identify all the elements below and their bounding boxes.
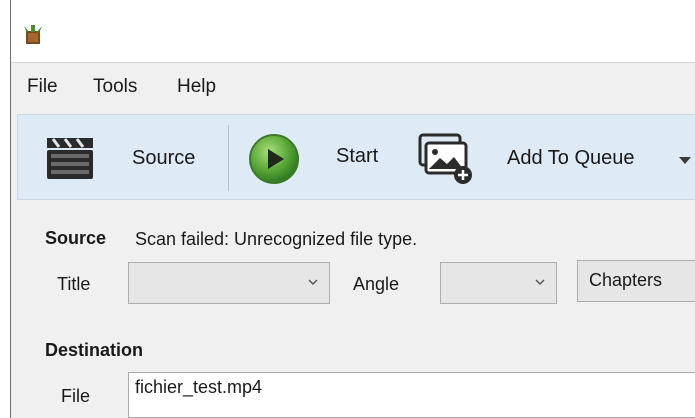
chapters-dropdown[interactable]: Chapters bbox=[577, 260, 695, 302]
chevron-down-icon bbox=[308, 279, 318, 286]
title-combobox[interactable] bbox=[128, 262, 330, 304]
angle-label: Angle bbox=[353, 274, 400, 294]
menu-help[interactable]: Help bbox=[177, 76, 216, 98]
title-label: Title bbox=[57, 274, 91, 294]
clapperboard-icon bbox=[47, 138, 93, 179]
title-bar bbox=[11, 0, 695, 62]
source-status: Scan failed: Unrecognized file type. bbox=[135, 229, 418, 249]
destination-file-input[interactable]: fichier_test.mp4 bbox=[128, 372, 695, 418]
source-button-label: Source bbox=[132, 147, 196, 169]
handbrake-app-icon bbox=[24, 25, 42, 44]
start-button[interactable]: Start bbox=[240, 125, 395, 191]
toolbar: Source Start Add To Queue bbox=[17, 114, 695, 200]
app-window: File Tools Help Source Start Add To Queu… bbox=[10, 0, 695, 418]
dropdown-arrow-icon[interactable] bbox=[678, 156, 692, 166]
menu-file[interactable]: File bbox=[27, 76, 58, 98]
play-icon bbox=[249, 134, 299, 184]
start-button-label: Start bbox=[336, 145, 379, 167]
add-to-queue-button[interactable]: Add To Queue bbox=[410, 125, 695, 191]
file-label: File bbox=[61, 386, 91, 406]
source-heading: Source bbox=[45, 228, 107, 248]
add-to-queue-label: Add To Queue bbox=[507, 147, 635, 169]
source-button[interactable]: Source bbox=[34, 125, 214, 191]
chevron-down-icon bbox=[535, 279, 545, 286]
menu-bar: File Tools Help bbox=[11, 62, 695, 106]
angle-combobox[interactable] bbox=[440, 262, 557, 304]
chapters-label: Chapters bbox=[589, 270, 663, 290]
destination-heading: Destination bbox=[45, 340, 144, 360]
toolbar-separator bbox=[228, 125, 229, 191]
menu-tools[interactable]: Tools bbox=[93, 76, 137, 98]
add-to-queue-icon bbox=[418, 133, 472, 184]
